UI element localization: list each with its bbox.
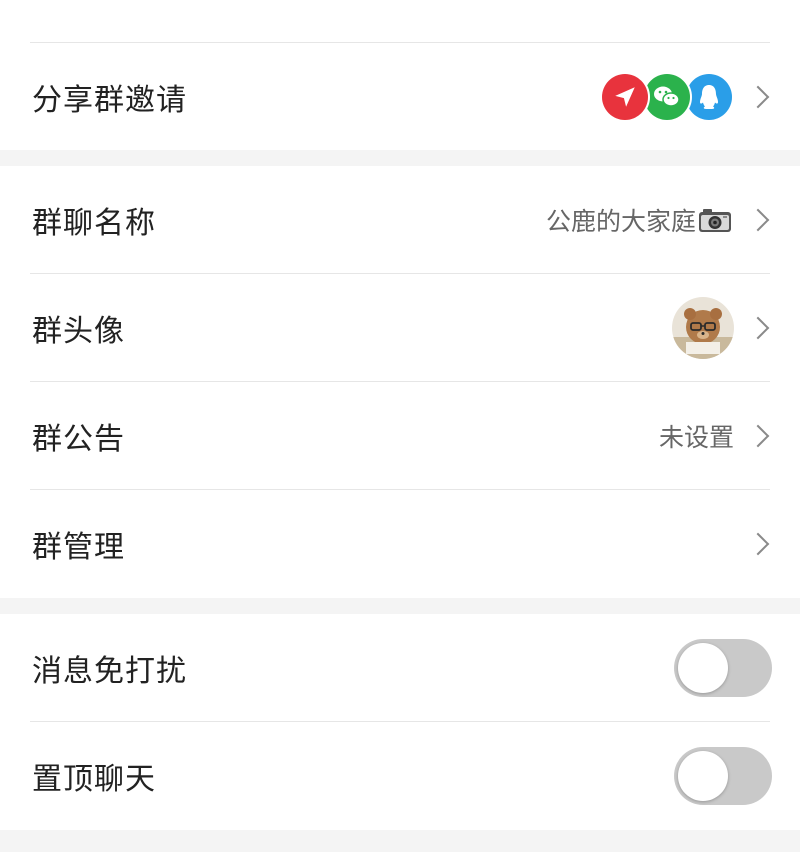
qq-icon[interactable] [686,73,732,120]
mute-label: 消息免打扰 [32,654,187,689]
group-avatar-image [672,297,734,359]
camera-icon [698,207,732,239]
chevron-right-icon [746,85,770,108]
group-notice-row[interactable]: 群公告 未设置 [0,382,800,490]
pin-toggle[interactable] [674,747,772,805]
group-avatar-row[interactable]: 群头像 [0,274,800,382]
group-info-section: 群聊名称 公鹿的大家庭 群头像 群公告 未设置 群管理 [0,166,800,598]
toggle-knob [678,751,728,801]
chevron-right-icon [746,424,770,448]
group-name-text: 公鹿的大家庭 [545,206,696,236]
share-invite-label: 分享群邀请 [32,82,187,118]
group-name-row[interactable]: 群聊名称 公鹿的大家庭 [0,166,800,274]
group-avatar-label: 群头像 [32,314,125,349]
wechat-icon[interactable] [644,73,690,120]
share-group: 分享群邀请 [0,0,800,150]
mute-toggle[interactable] [674,639,772,697]
send-icon[interactable] [602,73,648,120]
group-name-value: 公鹿的大家庭 [546,202,732,239]
pin-row: 置顶聊天 [0,722,800,830]
share-invite-row[interactable]: 分享群邀请 [0,43,800,150]
mute-row: 消息免打扰 [0,614,800,722]
group-manage-label: 群管理 [32,530,125,565]
group-notice-label: 群公告 [32,422,125,457]
group-settings-page: 分享群邀请 群聊名称 公鹿的大家庭 群头像 群公告 未设置 群管理 消息免打扰 … [0,0,800,852]
chevron-right-icon [746,532,770,556]
toggle-knob [678,643,728,693]
toggle-section: 消息免打扰 置顶聊天 [0,614,800,830]
pin-label: 置顶聊天 [32,762,156,797]
chevron-right-icon [746,316,770,340]
group-manage-row[interactable]: 群管理 [0,490,800,598]
chevron-right-icon [746,208,770,232]
share-icons [602,73,732,120]
group-name-label: 群聊名称 [32,206,156,241]
group-notice-value: 未设置 [658,423,734,452]
